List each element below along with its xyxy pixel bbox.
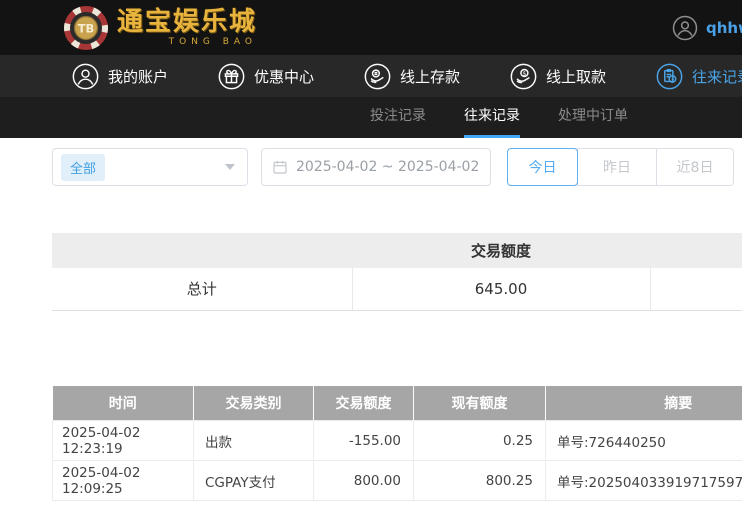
summary-empty-cell [650,268,742,310]
nav-item-deposit[interactable]: 线上存款 [364,63,460,90]
cell-memo: 单号:726440250 [546,421,742,461]
quick-date-buttons: 今日 昨日 近8日 [507,148,734,186]
date-range-value: 2025-04-02 ~ 2025-04-02 [296,159,479,175]
cell-time: 2025-04-02 12:09:25 [53,461,194,501]
nav-item-transaction-records[interactable]: 往来记录 [656,63,742,90]
top-bar: TB 通宝娱乐城 TONG BAO qhhw [0,0,742,55]
withdraw-icon: $ [510,63,537,90]
user-avatar-icon [672,15,698,41]
record-tabs: 投注记录 往来记录 处理中订单 [0,97,742,138]
cell-amount: 800.00 [314,461,414,501]
svg-text:TB: TB [78,21,95,35]
tab-pending-orders[interactable]: 处理中订单 [558,97,628,138]
svg-text:$: $ [522,70,526,77]
nav-label: 往来记录 [692,66,742,87]
summary-total-label: 总计 [52,268,352,310]
logo-subtitle: TONG BAO [117,37,257,47]
main-nav: 我的账户 优惠中心 线上存款 $ 线上取款 [0,55,742,97]
calendar-icon [272,159,288,175]
summary-header-amount: 交易额度 [352,233,650,268]
nav-label: 线上存款 [400,66,460,87]
poker-chip-icon: TB [64,6,108,50]
logo-title: 通宝娱乐城 [117,9,257,35]
cell-memo: 单号:202504033919717597 [546,461,742,501]
transaction-type-select[interactable]: 全部 [52,148,248,186]
transactions-header-row: 时间 交易类别 交易额度 现有额度 摘要 [53,386,742,421]
nav-label: 我的账户 [108,66,168,87]
summary-header-empty [650,233,742,268]
cell-type: 出款 [194,421,314,461]
tab-transaction-records[interactable]: 往来记录 [464,97,520,138]
nav-label: 优惠中心 [254,66,314,87]
nav-item-promotions[interactable]: 优惠中心 [218,63,314,90]
table-row: 2025-04-02 12:09:25 CGPAY支付 800.00 800.2… [53,461,742,501]
yesterday-button[interactable]: 昨日 [577,148,656,186]
gift-icon [218,63,245,90]
col-header-amount: 交易额度 [314,386,414,421]
tab-betting-records[interactable]: 投注记录 [370,97,426,138]
content-area: 全部 2025-04-02 ~ 2025-04-02 今日 昨日 近8日 交易额… [0,138,742,501]
cell-time: 2025-04-02 12:23:19 [53,421,194,461]
summary-table: 交易额度 总计 645.00 [52,233,742,311]
cell-amount: -155.00 [314,421,414,461]
cell-balance: 800.25 [414,461,546,501]
summary-header-row: 交易额度 [52,233,742,268]
nav-label: 线上取款 [546,66,606,87]
user-account[interactable]: qhhw [672,0,742,55]
chevron-down-icon [225,164,235,170]
filter-row: 全部 2025-04-02 ~ 2025-04-02 今日 昨日 近8日 [52,148,742,186]
today-button[interactable]: 今日 [507,148,578,186]
col-header-type: 交易类别 [194,386,314,421]
nav-item-withdraw[interactable]: $ 线上取款 [510,63,606,90]
site-logo[interactable]: TB 通宝娱乐城 TONG BAO [64,6,257,50]
col-header-time: 时间 [53,386,194,421]
deposit-icon [364,63,391,90]
transactions-table-container: 时间 交易类别 交易额度 现有额度 摘要 2025-04-02 12:23:19… [52,386,742,502]
logo-text: 通宝娱乐城 TONG BAO [117,9,257,47]
last-8-days-button[interactable]: 近8日 [656,148,734,186]
summary-header-empty [52,233,352,268]
user-circle-icon [72,63,99,90]
table-row: 2025-04-02 12:23:19 出款 -155.00 0.25 单号:7… [53,421,742,461]
nav-item-my-account[interactable]: 我的账户 [72,63,168,90]
summary-table-container: 交易额度 总计 645.00 [52,233,742,311]
date-range-input[interactable]: 2025-04-02 ~ 2025-04-02 [261,148,491,186]
cell-balance: 0.25 [414,421,546,461]
transactions-table: 时间 交易类别 交易额度 现有额度 摘要 2025-04-02 12:23:19… [52,386,742,502]
records-icon [656,63,683,90]
summary-total-value: 645.00 [352,268,650,310]
cell-type: CGPAY支付 [194,461,314,501]
col-header-balance: 现有额度 [414,386,546,421]
selected-type-chip: 全部 [61,154,105,181]
col-header-memo: 摘要 [546,386,742,421]
username: qhhw [706,19,742,37]
summary-total-row: 总计 645.00 [52,268,742,310]
